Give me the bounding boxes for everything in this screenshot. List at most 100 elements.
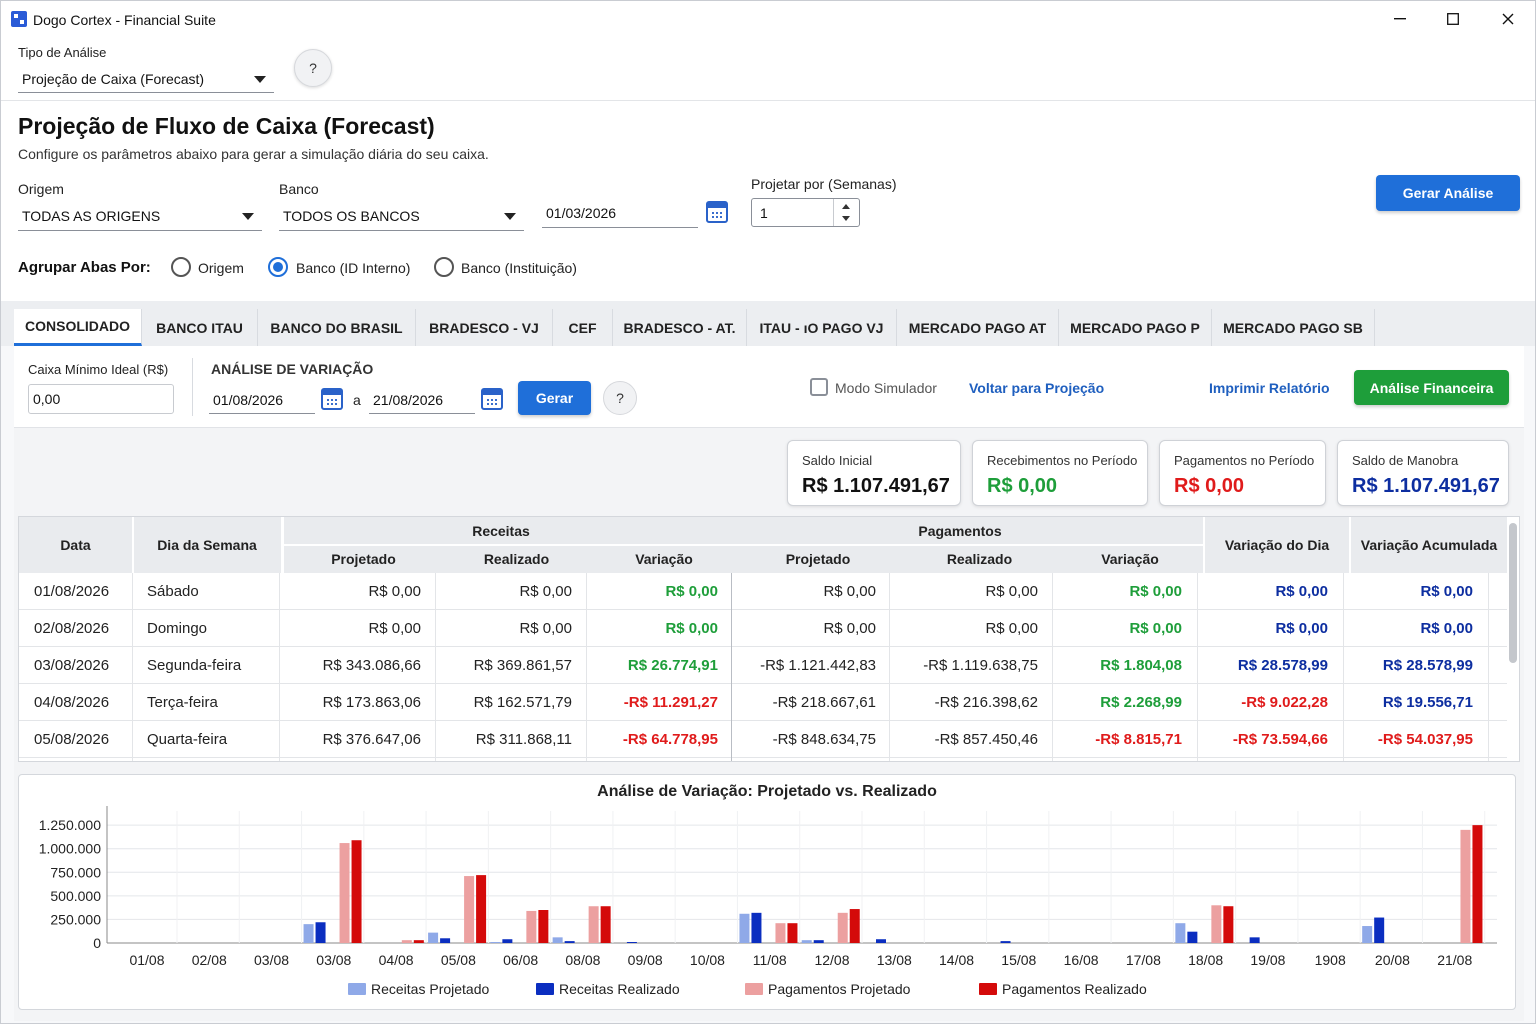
card-value: R$ 0,00 [987, 475, 1058, 497]
help-button[interactable]: ? [294, 49, 332, 87]
tab-cef[interactable]: CEF [553, 309, 613, 346]
x-tick-label: 01/08 [129, 952, 164, 968]
table-row[interactable]: 05/08/2026 Quarta-feira R$ 376.647,06 R$ 31… [19, 721, 1507, 758]
tab-itau-pago-vj[interactable]: ITAU - ıO PAGO VJ [747, 309, 897, 346]
app-window: Dogo Cortex - Financial Suite Tipo de An… [0, 0, 1536, 1024]
analise-variacao-label: ANÁLISE DE VARIAÇÃO [211, 361, 374, 377]
start-date-input[interactable]: 01/03/2026 [542, 198, 698, 228]
radio-banco-id[interactable] [268, 257, 288, 277]
tipo-analise-value: Projeção de Caixa (Forecast) [22, 70, 205, 87]
table-cell: Quarta-feira [147, 731, 228, 748]
table-row[interactable]: 01/08/2026 Sábado R$ 0,00 R$ 0,00 R$ 0,00 R$ … [19, 573, 1507, 610]
col-header-pag-projetado: Projetado [785, 551, 851, 567]
col-header-pag-variacao: Variação [1101, 551, 1159, 567]
variation-date-from[interactable]: 01/08/2026 [209, 386, 315, 414]
gerar-button[interactable]: Gerar [518, 381, 591, 415]
legend-receitas-projetado: Receitas Projetado [348, 981, 489, 997]
chart-plot: 0 250.000 500.000 750.000 1.000.000 1.250.000… [39, 806, 1497, 968]
table-scrollbar[interactable] [1509, 523, 1517, 663]
x-tick-label: 20/08 [1375, 952, 1410, 968]
x-tick-label: 14/08 [939, 952, 974, 968]
arrow-up-icon[interactable] [842, 204, 850, 209]
modo-simulador-checkbox[interactable] [810, 378, 828, 396]
imprimir-relatorio-link[interactable]: Imprimir Relatório [1209, 380, 1330, 396]
tab-banco-itau[interactable]: BANCO ITAU [142, 309, 258, 346]
column-line [1052, 573, 1053, 761]
origem-select[interactable]: TODAS AS ORIGENS [18, 201, 262, 231]
chevron-down-icon [242, 212, 254, 220]
table-cell: R$ 162.571,79 [473, 694, 572, 711]
table-row[interactable]: 03/08/2026 Segunda-feira R$ 343.086,66 R$ 3… [19, 647, 1507, 684]
table-cell: R$ 311.868,11 [475, 731, 572, 748]
header-divider [1203, 517, 1205, 573]
calendar-icon[interactable] [481, 388, 503, 410]
table-cell: R$ 26.774,91 [627, 657, 718, 674]
card-value: R$ 1.107.491,67 [802, 475, 950, 497]
bar-pagamentos-realizado [413, 940, 424, 943]
table-row[interactable]: 04/08/2026 Terça-feira R$ 173.863,06 R$ 162… [19, 684, 1507, 721]
tab-bradesco-at[interactable]: BRADESCO - AT. [613, 309, 747, 346]
y-tick-label: 750.000 [50, 864, 101, 880]
close-button[interactable] [1485, 5, 1531, 33]
gerar-analise-button[interactable]: Gerar Análise [1376, 175, 1520, 211]
table-row[interactable]: 02/08/2026 Domingo R$ 0,00 R$ 0,00 R$ 0,00 R$… [19, 610, 1507, 647]
tab-mercado-pago-sb[interactable]: MERCADO PAGO SB [1212, 309, 1375, 346]
variation-help-button[interactable]: ? [603, 381, 637, 415]
col-header-var-dia: Variação do Dia [1224, 537, 1330, 553]
calendar-icon[interactable] [321, 388, 343, 410]
bar-receitas-projetado [1362, 926, 1373, 943]
voltar-projecao-link[interactable]: Voltar para Projeção [969, 380, 1104, 396]
tab-banco-do-brasil[interactable]: BANCO DO BRASIL [258, 309, 416, 346]
chevron-down-icon [504, 212, 516, 220]
minimize-button[interactable] [1377, 5, 1423, 33]
card-saldo-manobra: Saldo de Manobra R$ 1.107.491,67 [1337, 440, 1509, 506]
y-tick-label: 1.000.000 [39, 841, 101, 857]
tab-consolidado[interactable]: CONSOLIDADO [14, 309, 142, 346]
semanas-stepper[interactable]: 1 [751, 198, 860, 227]
bar-receitas-realizado [1374, 917, 1385, 943]
analise-financeira-button[interactable]: Análise Financeira [1354, 370, 1509, 405]
maximize-icon [1447, 13, 1459, 25]
analysis-type-bar: Tipo de Análise Projeção de Caixa (Forec… [1, 37, 1535, 101]
bar-pagamentos-realizado [849, 909, 860, 943]
variation-date-to[interactable]: 21/08/2026 [369, 386, 475, 414]
table-cell: R$ 0,00 [985, 620, 1038, 637]
table-cell: Terça-feira [147, 694, 218, 711]
card-label: Recebimentos no Período [987, 453, 1138, 468]
maximize-button[interactable] [1430, 5, 1476, 33]
table-cell: R$ 0,00 [823, 620, 876, 637]
bar-receitas-realizado [813, 940, 824, 943]
tipo-analise-select[interactable]: Projeção de Caixa (Forecast) [18, 65, 274, 93]
chevron-down-icon [254, 75, 266, 83]
arrow-down-icon[interactable] [842, 216, 850, 221]
banco-select[interactable]: TODOS OS BANCOS [279, 201, 524, 231]
range-separator: a [353, 392, 361, 408]
caixa-minimo-input[interactable]: 0,00 [28, 384, 174, 414]
table-cell: R$ 0,00 [1275, 620, 1328, 637]
card-value: R$ 1.107.491,67 [1352, 475, 1500, 497]
col-header-var-acum: Variação Acumulada [1360, 537, 1498, 553]
table-cell: R$ 369.861,57 [473, 657, 572, 674]
bar-pagamentos-projetado [837, 912, 848, 943]
bar-receitas-realizado [502, 939, 513, 943]
tab-bradesco-vj[interactable]: BRADESCO - VJ [416, 309, 553, 346]
card-saldo-inicial: Saldo Inicial R$ 1.107.491,67 [787, 440, 961, 506]
table-cell: R$ 0,00 [368, 583, 421, 600]
x-tick-label: 04/08 [379, 952, 414, 968]
calendar-icon[interactable] [706, 201, 728, 223]
window-title: Dogo Cortex - Financial Suite [33, 12, 216, 28]
legend-swatch [745, 983, 763, 995]
table-cell: 01/08/2026 [34, 583, 110, 600]
tab-mercado-pago-p[interactable]: MERCADO PAGO P [1059, 309, 1212, 346]
tab-mercado-pago-at[interactable]: MERCADO PAGO AT [897, 309, 1059, 346]
x-tick-label: 19/08 [1250, 952, 1285, 968]
radio-banco-instituicao[interactable] [434, 257, 454, 277]
card-value: R$ 0,00 [1174, 475, 1245, 497]
legend-swatch [979, 983, 997, 995]
x-tick-label: 02/08 [192, 952, 227, 968]
x-tick-label: 12/08 [814, 952, 849, 968]
table-cell: -R$ 8.815,71 [1095, 731, 1182, 748]
bar-pagamentos-projetado [526, 910, 537, 943]
bar-pagamentos-realizado [476, 875, 487, 943]
radio-origem[interactable] [171, 257, 191, 277]
